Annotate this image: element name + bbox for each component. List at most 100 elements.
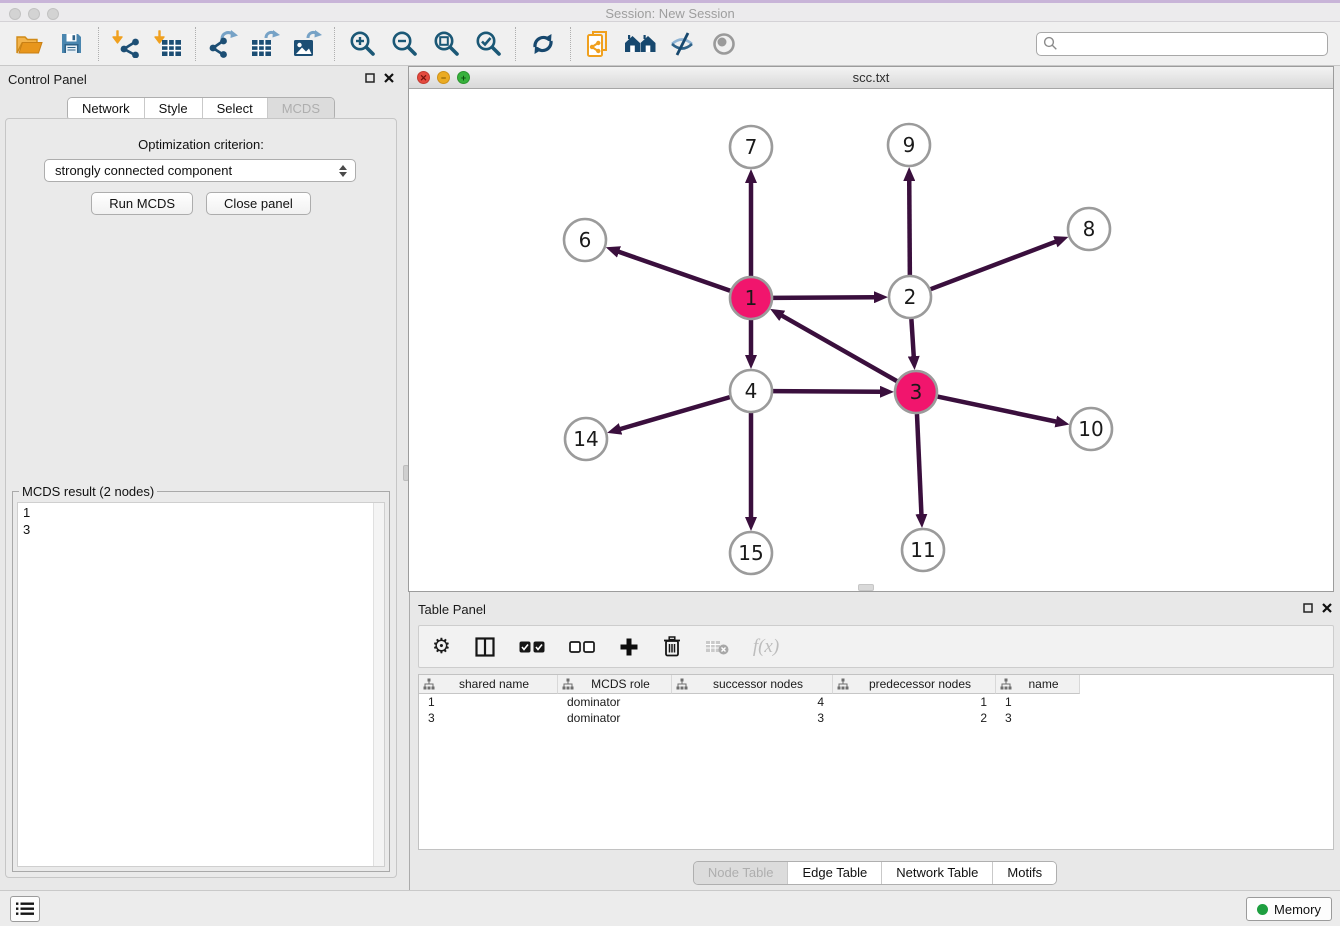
- import-table-button[interactable]: [147, 25, 189, 63]
- network-canvas[interactable]: 7968124314101511: [409, 89, 1333, 591]
- table-cell: 1: [419, 694, 558, 710]
- column-header[interactable]: shared name: [419, 675, 558, 694]
- column-header[interactable]: successor nodes: [672, 675, 833, 694]
- import-network-button[interactable]: [105, 25, 147, 63]
- network-window-titlebar[interactable]: ✕ − + scc.txt: [409, 67, 1333, 89]
- deselect-all-columns-icon[interactable]: [569, 641, 595, 653]
- graph-edge-4-14[interactable]: [620, 397, 730, 429]
- table-row[interactable]: 3dominator323: [419, 710, 1333, 726]
- search-icon: [1043, 36, 1058, 51]
- float-panel-icon[interactable]: [365, 73, 375, 83]
- graph-edge-2-9[interactable]: [909, 180, 910, 275]
- tab-node-table[interactable]: Node Table: [694, 862, 788, 884]
- right-region: ✕ − + scc.txt 7968124314101511: [410, 66, 1340, 890]
- graph-edge-4-3[interactable]: [773, 391, 881, 392]
- table-cell: 3: [672, 710, 833, 726]
- column-header[interactable]: predecessor nodes: [833, 675, 996, 694]
- float-panel-icon[interactable]: [1303, 603, 1313, 613]
- graph-edge-1-6[interactable]: [618, 252, 730, 291]
- graph-edge-3-10[interactable]: [938, 397, 1057, 422]
- graph-node-label: 4: [745, 379, 758, 403]
- graph-node-label: 3: [910, 380, 923, 404]
- zoom-fit-button[interactable]: [425, 25, 467, 63]
- export-image-button[interactable]: [286, 25, 328, 63]
- window-titlebar: Session: New Session: [0, 0, 1340, 22]
- optimization-criterion-select[interactable]: strongly connected component: [44, 159, 356, 182]
- hierarchy-icon: [562, 678, 574, 690]
- tab-network-table[interactable]: Network Table: [881, 862, 992, 884]
- graph-edge-3-1[interactable]: [781, 315, 896, 381]
- hierarchy-icon: [423, 678, 435, 690]
- table-panel-tabs: Node Table Edge Table Network Table Moti…: [410, 861, 1340, 885]
- mcds-result-text: 1 3: [18, 503, 372, 866]
- export-network-button[interactable]: [202, 25, 244, 63]
- save-floppy-icon: [60, 32, 83, 55]
- search-input[interactable]: [1058, 36, 1321, 51]
- mcds-result-box[interactable]: 1 3: [17, 502, 385, 867]
- graph-edge-1-2[interactable]: [773, 297, 875, 298]
- show-all-button[interactable]: [703, 25, 745, 63]
- table-cell: 3: [419, 710, 558, 726]
- close-panel-icon[interactable]: [384, 73, 394, 83]
- search-box[interactable]: [1036, 32, 1328, 56]
- task-history-button[interactable]: [10, 896, 40, 922]
- node-table: shared name MCDS rolesuccessor nodesprede…: [418, 674, 1334, 850]
- graph-edge-3-11[interactable]: [917, 414, 921, 515]
- zoom-fit-icon: [433, 30, 460, 57]
- export-table-icon: [250, 30, 280, 58]
- graph-edge-2-3[interactable]: [911, 319, 913, 357]
- column-header[interactable]: name: [996, 675, 1080, 694]
- memory-button[interactable]: Memory: [1246, 897, 1332, 921]
- hierarchy-icon: [1000, 678, 1012, 690]
- function-builder-icon-disabled[interactable]: f(x): [753, 636, 779, 658]
- close-panel-icon[interactable]: [1322, 603, 1332, 613]
- column-header-label: name: [1012, 677, 1075, 691]
- tab-mcds[interactable]: MCDS: [267, 98, 334, 120]
- table-cell: dominator: [558, 694, 672, 710]
- toolbar-separator: [515, 27, 516, 61]
- houses-icon: [624, 32, 656, 56]
- delete-column-trash-icon[interactable]: [663, 636, 681, 657]
- zoom-selected-button[interactable]: [467, 25, 509, 63]
- splitter-handle[interactable]: [858, 584, 874, 591]
- first-neighbors-button[interactable]: [619, 25, 661, 63]
- close-panel-button[interactable]: Close panel: [206, 192, 311, 215]
- apply-layout-button[interactable]: [522, 25, 564, 63]
- result-scrollbar[interactable]: [373, 503, 384, 866]
- create-column-plus-icon[interactable]: [619, 637, 639, 657]
- memory-label: Memory: [1274, 902, 1321, 917]
- delete-table-icon-disabled[interactable]: [705, 639, 729, 655]
- clone-network-button[interactable]: [577, 25, 619, 63]
- table-row[interactable]: 1dominator411: [419, 694, 1333, 710]
- table-body: 1dominator4113dominator323: [419, 694, 1333, 726]
- zoom-in-button[interactable]: [341, 25, 383, 63]
- export-network-icon: [208, 30, 238, 58]
- run-mcds-button[interactable]: Run MCDS: [91, 192, 193, 215]
- toolbar-separator: [98, 27, 99, 61]
- show-columns-icon[interactable]: [475, 637, 495, 657]
- tab-edge-table[interactable]: Edge Table: [787, 862, 881, 884]
- save-session-button[interactable]: [50, 25, 92, 63]
- toolbar-separator: [334, 27, 335, 61]
- select-all-columns-icon[interactable]: [519, 641, 545, 653]
- column-header[interactable]: MCDS role: [558, 675, 672, 694]
- window-title: Session: New Session: [0, 6, 1340, 21]
- table-cell: 3: [996, 710, 1080, 726]
- graph-edges: [618, 180, 1057, 518]
- tab-style[interactable]: Style: [144, 98, 202, 120]
- tab-select[interactable]: Select: [202, 98, 267, 120]
- export-table-button[interactable]: [244, 25, 286, 63]
- graph-edge-2-8[interactable]: [931, 241, 1057, 289]
- import-network-icon: [111, 30, 141, 58]
- tab-network[interactable]: Network: [68, 98, 144, 120]
- table-settings-gear-icon[interactable]: ⚙: [432, 637, 451, 657]
- table-toolbar: ⚙: [418, 625, 1334, 668]
- open-session-button[interactable]: [8, 25, 50, 63]
- hide-selected-button[interactable]: [661, 25, 703, 63]
- tab-motifs[interactable]: Motifs: [992, 862, 1056, 884]
- main-area: Control Panel Network Style Select MCDS …: [0, 66, 1340, 890]
- zoom-out-button[interactable]: [383, 25, 425, 63]
- network-graph[interactable]: 7968124314101511: [409, 89, 1333, 591]
- column-header-label: shared name: [435, 677, 553, 691]
- select-stepper-icon: [337, 163, 349, 179]
